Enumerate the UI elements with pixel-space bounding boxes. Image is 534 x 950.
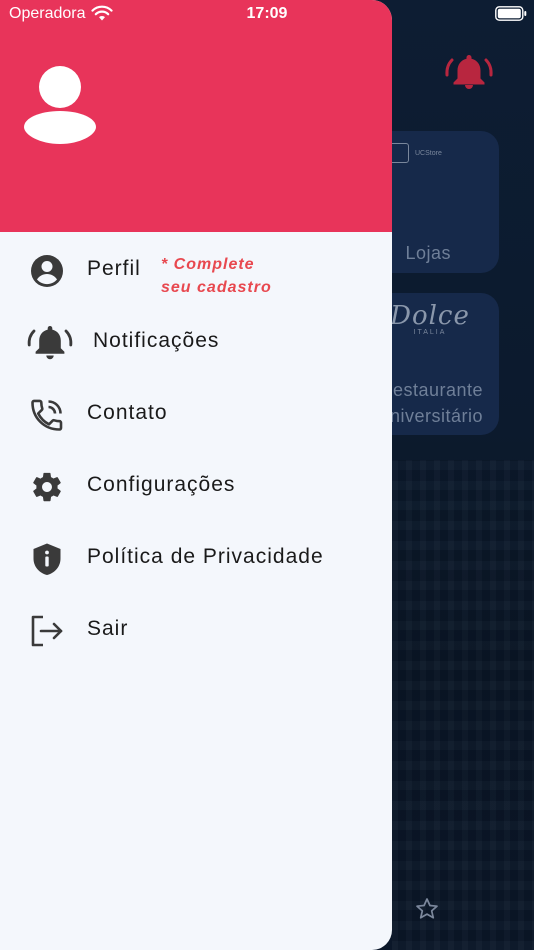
- gear-icon: [33, 472, 61, 502]
- dolce-italia-logo: Dolce ITALIA: [390, 301, 470, 336]
- menu-item-configuracoes-label: Configurações: [87, 473, 236, 496]
- menu-item-notificacoes-label: Notificações: [93, 329, 220, 352]
- menu-item-contato[interactable]: Contato: [0, 384, 392, 444]
- complete-profile-note[interactable]: * Complete seu cadastro: [161, 253, 272, 299]
- battery-icon: [495, 6, 527, 21]
- menu-item-sair[interactable]: Sair: [0, 600, 392, 660]
- menu-item-politica[interactable]: Política de Privacidade: [0, 528, 392, 588]
- shield-info-icon: [33, 543, 61, 575]
- menu-item-politica-label: Política de Privacidade: [87, 545, 324, 568]
- ucstore-logo: UCStore: [389, 143, 442, 163]
- logout-icon: [31, 615, 63, 647]
- menu-item-notificacoes[interactable]: Notificações: [0, 312, 392, 372]
- menu-item-configuracoes[interactable]: Configurações: [0, 456, 392, 516]
- drawer-header: [0, 0, 392, 232]
- clock: 17:09: [246, 5, 288, 22]
- avatar-icon[interactable]: [24, 65, 96, 145]
- background-texture: [392, 460, 534, 950]
- star-icon[interactable]: [414, 896, 440, 922]
- navigation-drawer: Perfil * Complete seu cadastro Notificaç…: [0, 0, 392, 950]
- menu-item-perfil[interactable]: Perfil * Complete seu cadastro: [0, 240, 392, 300]
- menu-item-contato-label: Contato: [87, 401, 168, 424]
- menu-item-sair-label: Sair: [87, 617, 129, 640]
- notification-bell-icon[interactable]: [444, 52, 494, 92]
- bell-ringing-icon: [27, 326, 73, 360]
- menu-item-perfil-label: Perfil: [87, 257, 141, 280]
- account-circle-icon: [31, 255, 63, 287]
- status-bar: Operadora 17:09: [0, 0, 534, 30]
- phone-in-talk-icon: [31, 399, 63, 431]
